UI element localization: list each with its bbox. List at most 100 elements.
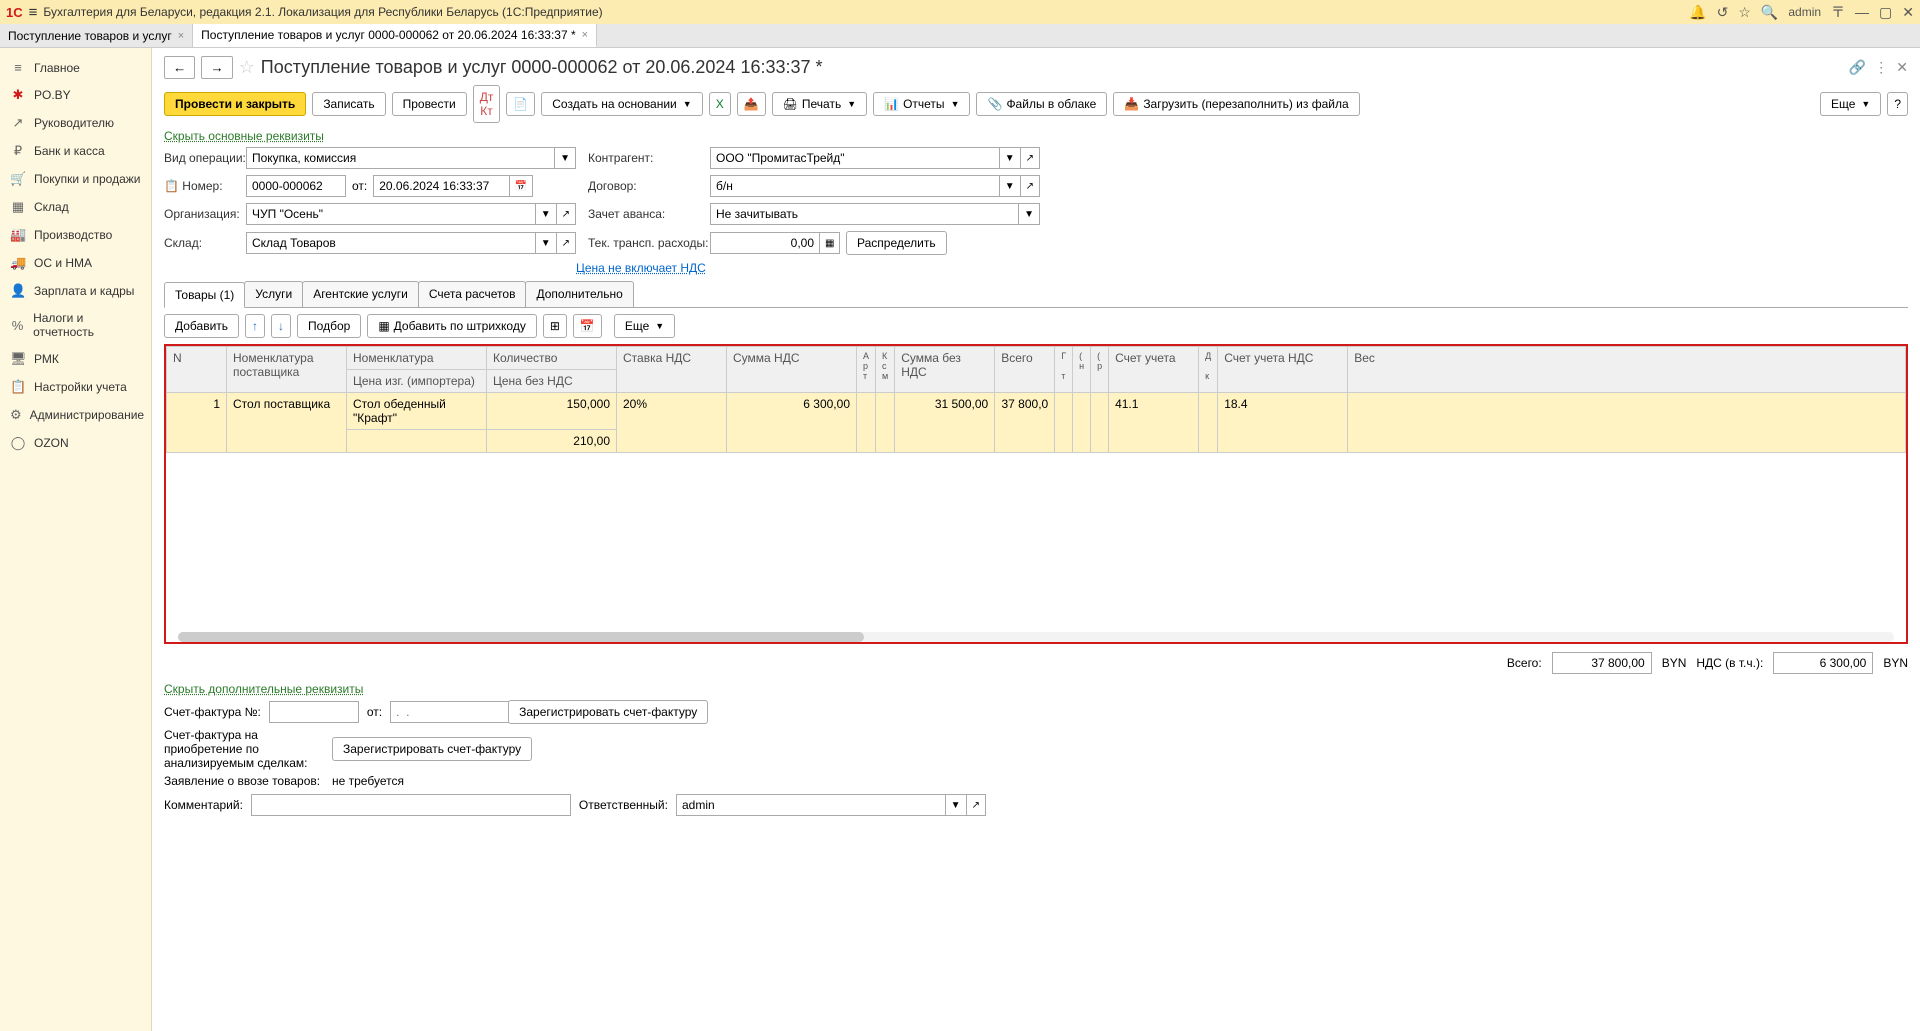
date-input[interactable] bbox=[373, 175, 510, 197]
sidebar-item[interactable]: 📋Настройки учета bbox=[0, 373, 151, 401]
star-icon[interactable]: ☆ bbox=[1738, 4, 1751, 21]
sidebar-item[interactable]: 👤Зарплата и кадры bbox=[0, 277, 151, 305]
col-vat-rate[interactable]: Ставка НДС bbox=[617, 347, 727, 393]
back-button[interactable]: ← bbox=[164, 56, 195, 79]
open-ref-icon[interactable]: ↗ bbox=[557, 232, 576, 254]
col-price-no-vat[interactable]: Цена без НДС bbox=[487, 370, 617, 393]
move-up-icon[interactable]: ↑ bbox=[245, 314, 265, 338]
sidebar-item[interactable]: ₽Банк и касса bbox=[0, 137, 151, 165]
settings-icon[interactable]: 〒 bbox=[1831, 2, 1845, 22]
hamburger-icon[interactable]: ≡ bbox=[29, 4, 38, 21]
dropdown-icon[interactable]: ▼ bbox=[1000, 147, 1021, 169]
distribute-button[interactable]: Распределить bbox=[846, 231, 947, 255]
dt-kt-icon[interactable]: ДтКт bbox=[473, 85, 501, 123]
sidebar-item[interactable]: ↗Руководителю bbox=[0, 109, 151, 137]
col-n[interactable]: N bbox=[167, 347, 227, 393]
sidebar-item[interactable]: ⚙Администрирование bbox=[0, 401, 151, 429]
col-narrow-k[interactable]: Ксм bbox=[876, 347, 895, 393]
add-row-button[interactable]: Добавить bbox=[164, 314, 239, 338]
help-button[interactable]: ? bbox=[1887, 92, 1908, 116]
maximize-icon[interactable]: ▢ bbox=[1879, 4, 1892, 21]
col-narrow-c[interactable]: (н bbox=[1073, 347, 1091, 393]
open-ref-icon[interactable]: ↗ bbox=[1021, 147, 1040, 169]
tab-receipt-doc[interactable]: Поступление товаров и услуг 0000-000062 … bbox=[193, 24, 597, 47]
col-narrow-d[interactable]: Дк bbox=[1199, 347, 1218, 393]
advance-input[interactable]: ▼ bbox=[710, 203, 1040, 225]
load-from-file-button[interactable]: 📥 Загрузить (перезаполнить) из файла bbox=[1113, 92, 1359, 116]
dropdown-icon[interactable]: ▼ bbox=[946, 794, 967, 816]
save-button[interactable]: Записать bbox=[312, 92, 385, 116]
bell-icon[interactable]: 🔔 bbox=[1689, 4, 1706, 21]
export-icon[interactable]: 📤 bbox=[737, 92, 766, 116]
open-ref-icon[interactable]: ↗ bbox=[967, 794, 986, 816]
menu-icon[interactable]: ⋮ bbox=[1874, 59, 1888, 76]
col-vat-account[interactable]: Счет учета НДС bbox=[1218, 347, 1348, 393]
link-icon[interactable]: 🔗 bbox=[1849, 59, 1866, 76]
contract-input[interactable]: ▼ ↗ bbox=[710, 175, 1040, 197]
sidebar-item[interactable]: 🖥РМК bbox=[0, 345, 151, 373]
col-account[interactable]: Счет учета bbox=[1109, 347, 1199, 393]
sidebar-item[interactable]: 🚚ОС и НМА bbox=[0, 249, 151, 277]
contractor-input[interactable]: ▼ ↗ bbox=[710, 147, 1040, 169]
org-input[interactable]: ▼ ↗ bbox=[246, 203, 576, 225]
close-icon[interactable]: ✕ bbox=[1902, 4, 1914, 21]
doc-tab[interactable]: Дополнительно bbox=[525, 281, 633, 307]
doc-tab[interactable]: Агентские услуги bbox=[302, 281, 419, 307]
col-narrow-r[interactable]: (р bbox=[1091, 347, 1109, 393]
excel-icon[interactable]: X bbox=[709, 92, 731, 116]
calendar-icon[interactable]: 📅 bbox=[510, 175, 533, 197]
table-row[interactable]: 1 Стол поставщика Стол обеденный "Крафт"… bbox=[167, 393, 1906, 430]
dropdown-icon[interactable]: ▼ bbox=[1019, 203, 1040, 225]
col-weight[interactable]: Вес bbox=[1348, 347, 1906, 393]
price-no-vat-link[interactable]: Цена не включает НДС bbox=[576, 261, 706, 275]
responsible-input[interactable] bbox=[676, 794, 946, 816]
tab-close-icon[interactable]: × bbox=[582, 29, 588, 41]
warehouse-input[interactable]: ▼ ↗ bbox=[246, 232, 576, 254]
tab-close-icon[interactable]: × bbox=[178, 30, 184, 42]
doc-tab[interactable]: Услуги bbox=[244, 281, 303, 307]
number-input[interactable] bbox=[246, 175, 346, 197]
doc-tab[interactable]: Счета расчетов bbox=[418, 281, 527, 307]
create-based-button[interactable]: Создать на основании▼ bbox=[541, 92, 702, 116]
sidebar-item[interactable]: 🛒Покупки и продажи bbox=[0, 165, 151, 193]
move-down-icon[interactable]: ↓ bbox=[271, 314, 291, 338]
user-label[interactable]: admin bbox=[1788, 5, 1821, 19]
open-ref-icon[interactable]: ↗ bbox=[1021, 175, 1040, 197]
horizontal-scrollbar[interactable] bbox=[178, 632, 1894, 642]
sidebar-item[interactable]: ✱PO.BY bbox=[0, 81, 151, 109]
sidebar-item[interactable]: ≡Главное bbox=[0, 54, 151, 81]
col-total[interactable]: Всего bbox=[995, 347, 1055, 393]
pick-button[interactable]: Подбор bbox=[297, 314, 361, 338]
register-invoice2-button[interactable]: Зарегистрировать счет-фактуру bbox=[332, 737, 532, 761]
sidebar-item[interactable]: ◯OZON bbox=[0, 429, 151, 457]
history-icon[interactable]: ↺ bbox=[1717, 4, 1729, 21]
col-narrow-a[interactable]: Арт bbox=[857, 347, 876, 393]
col-narrow-g[interactable]: Гт bbox=[1055, 347, 1073, 393]
more-button[interactable]: Еще▼ bbox=[1820, 92, 1881, 116]
print-button[interactable]: 🖨 Печать▼ bbox=[772, 92, 867, 116]
post-and-close-button[interactable]: Провести и закрыть bbox=[164, 92, 306, 116]
favorite-star-icon[interactable]: ☆ bbox=[239, 57, 255, 78]
open-ref-icon[interactable]: ↗ bbox=[557, 203, 576, 225]
columns-icon[interactable]: ⊞ bbox=[543, 314, 567, 338]
hide-main-link[interactable]: Скрыть основные реквизиты bbox=[164, 129, 324, 143]
sidebar-item[interactable]: %Налоги и отчетность bbox=[0, 305, 151, 345]
edi-icon[interactable]: 📄 bbox=[506, 92, 535, 116]
col-sum-no-vat[interactable]: Сумма без НДС bbox=[895, 347, 995, 393]
search-icon[interactable]: 🔍 bbox=[1761, 4, 1778, 21]
dropdown-icon[interactable]: ▼ bbox=[536, 232, 557, 254]
hide-extra-link[interactable]: Скрыть дополнительные реквизиты bbox=[164, 682, 363, 696]
sidebar-item[interactable]: ▦Склад bbox=[0, 193, 151, 221]
close-page-icon[interactable]: ✕ bbox=[1896, 59, 1908, 76]
invoice-number-input[interactable] bbox=[269, 701, 359, 723]
tab-list-receipt[interactable]: Поступление товаров и услуг × bbox=[0, 24, 193, 47]
transport-input[interactable] bbox=[710, 232, 820, 254]
reports-button[interactable]: 📊 Отчеты▼ bbox=[873, 92, 970, 116]
dropdown-icon[interactable]: ▼ bbox=[555, 147, 576, 169]
col-mfg-price[interactable]: Цена изг. (импортера) bbox=[347, 370, 487, 393]
comment-input[interactable] bbox=[251, 794, 571, 816]
files-cloud-button[interactable]: 📎 Файлы в облаке bbox=[976, 92, 1107, 116]
sidebar-item[interactable]: 🏭Производство bbox=[0, 221, 151, 249]
post-button[interactable]: Провести bbox=[392, 92, 467, 116]
calendar2-icon[interactable]: 📅 bbox=[573, 314, 602, 338]
